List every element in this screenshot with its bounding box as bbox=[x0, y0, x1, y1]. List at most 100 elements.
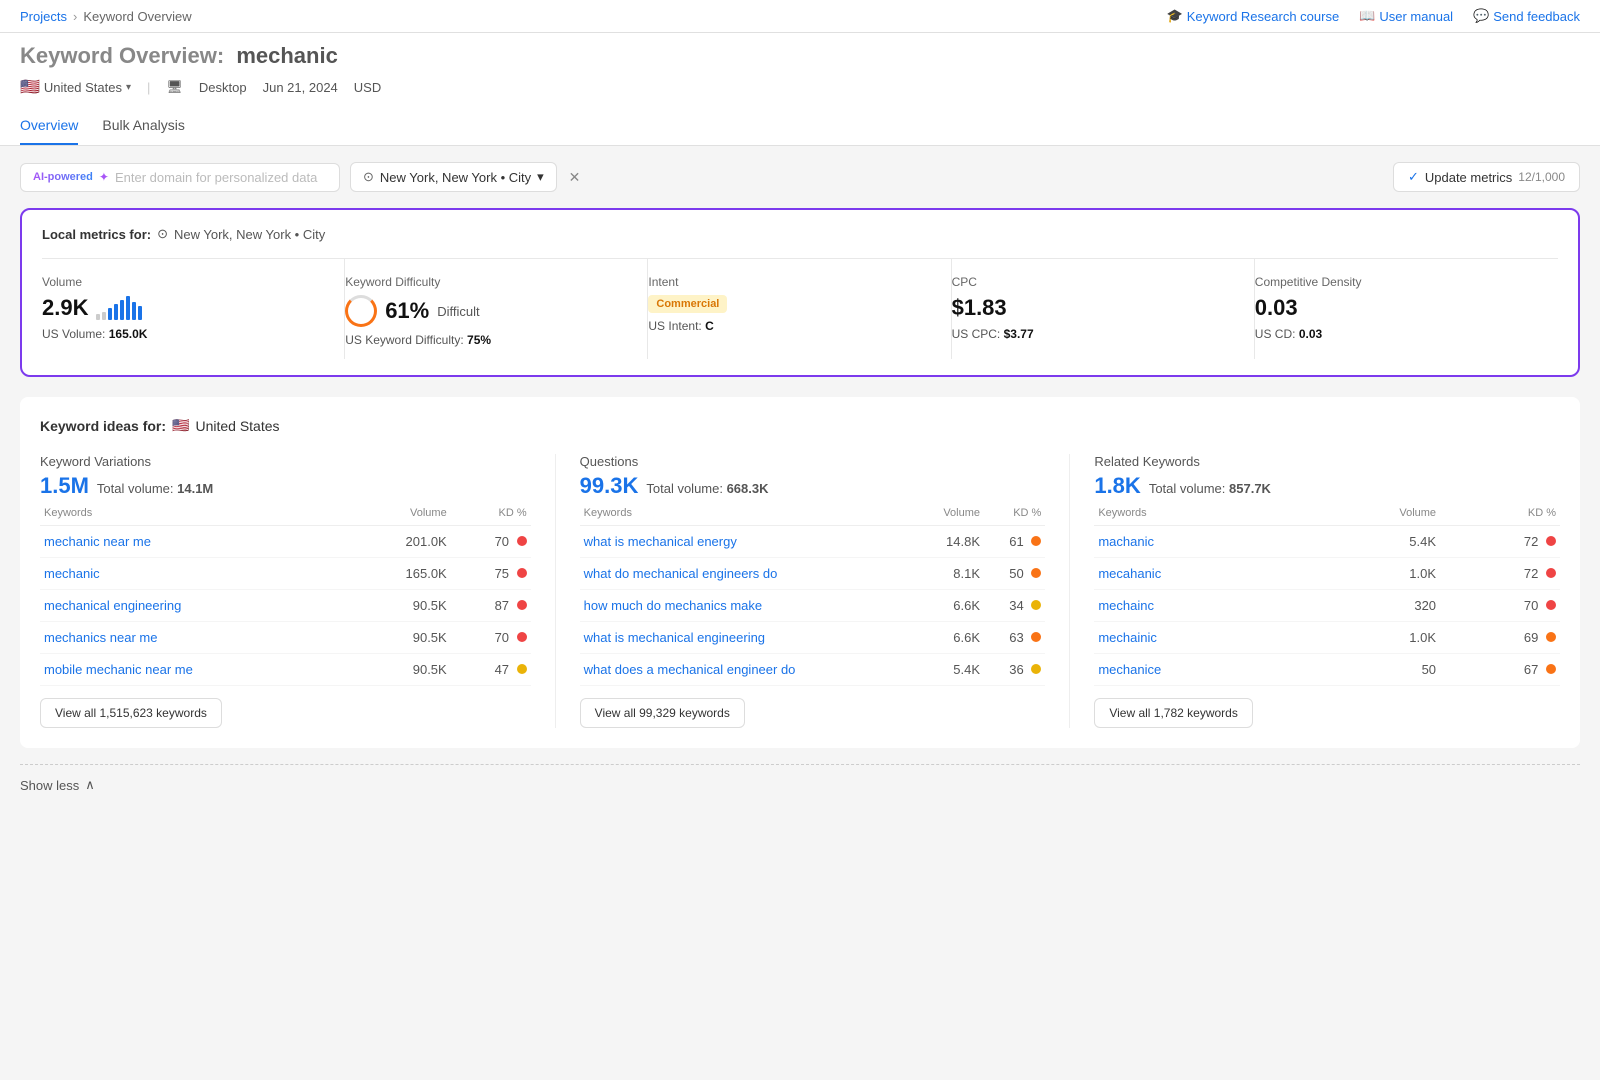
kd-dot bbox=[1546, 600, 1556, 610]
kw-link[interactable]: what is mechanical engineering bbox=[584, 630, 765, 645]
kd-cell: 70 bbox=[1440, 590, 1560, 622]
bar-6 bbox=[126, 296, 130, 320]
tab-overview[interactable]: Overview bbox=[20, 109, 78, 145]
col-count-related: 1.8K bbox=[1094, 473, 1140, 499]
kd-cell: 70 bbox=[451, 526, 531, 558]
kd-dot bbox=[1546, 664, 1556, 674]
cpc-sub-value: $3.77 bbox=[1004, 327, 1034, 341]
location-filter-label: New York, New York • City bbox=[380, 170, 531, 185]
kw-table-questions: Keywords Volume KD % what is mechanical … bbox=[580, 501, 1046, 686]
ai-input-box[interactable]: AI-powered ✦ Enter domain for personaliz… bbox=[20, 163, 340, 192]
bar-1 bbox=[96, 314, 100, 320]
kd-num: 61 bbox=[1009, 534, 1023, 549]
ideas-flag: 🇺🇸 bbox=[172, 417, 189, 434]
kd-cell: 72 bbox=[1440, 558, 1560, 590]
kw-link[interactable]: mobile mechanic near me bbox=[44, 662, 193, 677]
volume-cell: 201.0K bbox=[353, 526, 451, 558]
kw-link[interactable]: what do mechanical engineers do bbox=[584, 566, 778, 581]
volume-cell: 90.5K bbox=[353, 622, 451, 654]
kd-num: 70 bbox=[495, 630, 509, 645]
kd-cell: 75 bbox=[451, 558, 531, 590]
device-label: Desktop bbox=[199, 80, 247, 95]
col-header-volume-related: Volume bbox=[1306, 501, 1440, 526]
show-less-button[interactable]: Show less ∧ bbox=[20, 764, 1580, 805]
kw-link[interactable]: mechanical engineering bbox=[44, 598, 181, 613]
metrics-location: New York, New York • City bbox=[174, 227, 325, 242]
col-header-keywords-questions: Keywords bbox=[580, 501, 916, 526]
kd-cell: 61 bbox=[984, 526, 1045, 558]
volume-cell: 50 bbox=[1306, 654, 1440, 686]
intent-sub-label: US Intent: bbox=[648, 319, 701, 333]
kd-cell: 70 bbox=[451, 622, 531, 654]
update-metrics-button[interactable]: ✓ Update metrics 12/1,000 bbox=[1393, 162, 1580, 192]
kd-num: 72 bbox=[1524, 566, 1538, 581]
course-label: Keyword Research course bbox=[1187, 9, 1339, 24]
kw-link[interactable]: mechainic bbox=[1098, 630, 1157, 645]
user-manual-link[interactable]: 📖 User manual bbox=[1359, 8, 1453, 24]
kd-sub-label: US Keyword Difficulty: bbox=[345, 333, 463, 347]
kw-link[interactable]: how much do mechanics make bbox=[584, 598, 762, 613]
kw-link[interactable]: mechainc bbox=[1098, 598, 1154, 613]
volume-cell: 90.5K bbox=[353, 590, 451, 622]
table-row: mechanic near me 201.0K 70 bbox=[40, 526, 531, 558]
kd-dot bbox=[1031, 536, 1041, 546]
kd-cell: 67 bbox=[1440, 654, 1560, 686]
table-row: mecahanic 1.0K 72 bbox=[1094, 558, 1560, 590]
update-count: 12/1,000 bbox=[1518, 170, 1565, 184]
kw-cell: what is mechanical engineering bbox=[580, 622, 916, 654]
kw-cell: what do mechanical engineers do bbox=[580, 558, 916, 590]
kd-dot bbox=[517, 600, 527, 610]
kd-tag: Difficult bbox=[437, 304, 479, 319]
bar-3 bbox=[108, 308, 112, 320]
tab-bulk-analysis[interactable]: Bulk Analysis bbox=[102, 109, 184, 145]
kd-num: 72 bbox=[1524, 534, 1538, 549]
intent-value-row: Commercial bbox=[648, 295, 930, 313]
kw-link[interactable]: what is mechanical energy bbox=[584, 534, 737, 549]
keyword-research-course-link[interactable]: 🎓 Keyword Research course bbox=[1167, 8, 1340, 24]
bar-5 bbox=[120, 300, 124, 320]
metric-intent: Intent Commercial US Intent: C bbox=[648, 259, 951, 359]
metric-cd: Competitive Density 0.03 US CD: 0.03 bbox=[1255, 259, 1558, 359]
view-all-button-variations[interactable]: View all 1,515,623 keywords bbox=[40, 698, 222, 728]
kd-dot bbox=[1546, 568, 1556, 578]
table-row: what is mechanical engineering 6.6K 63 bbox=[580, 622, 1046, 654]
metrics-grid: Volume 2.9K US Volume: bbox=[42, 258, 1558, 359]
kw-link[interactable]: mechanic bbox=[44, 566, 100, 581]
view-all-button-questions[interactable]: View all 99,329 keywords bbox=[580, 698, 745, 728]
kd-cell: 34 bbox=[984, 590, 1045, 622]
kd-num: 36 bbox=[1009, 662, 1023, 677]
kw-link[interactable]: mechanics near me bbox=[44, 630, 157, 645]
volume-cell: 90.5K bbox=[353, 654, 451, 686]
col-volume-variations: Total volume: 14.1M bbox=[97, 481, 213, 496]
table-row: what does a mechanical engineer do 5.4K … bbox=[580, 654, 1046, 686]
kw-link[interactable]: mechanic near me bbox=[44, 534, 151, 549]
kd-num: 69 bbox=[1524, 630, 1538, 645]
breadcrumb-projects[interactable]: Projects bbox=[20, 9, 67, 24]
location-filter[interactable]: ⊙ New York, New York • City ▾ bbox=[350, 162, 557, 192]
send-feedback-link[interactable]: 💬 Send feedback bbox=[1473, 8, 1580, 24]
kw-link[interactable]: mecahanic bbox=[1098, 566, 1161, 581]
col-header-kd-related: KD % bbox=[1440, 501, 1560, 526]
kw-link[interactable]: what does a mechanical engineer do bbox=[584, 662, 796, 677]
filter-clear-button[interactable]: ✕ bbox=[567, 169, 583, 186]
kd-dot bbox=[1031, 600, 1041, 610]
kw-link[interactable]: mechanice bbox=[1098, 662, 1161, 677]
volume-cell: 1.0K bbox=[1306, 558, 1440, 590]
course-icon: 🎓 bbox=[1167, 8, 1183, 24]
kw-link[interactable]: machanic bbox=[1098, 534, 1154, 549]
ideas-col-variations: Keyword Variations 1.5M Total volume: 14… bbox=[40, 454, 531, 728]
table-row: how much do mechanics make 6.6K 34 bbox=[580, 590, 1046, 622]
volume-cell: 5.4K bbox=[1306, 526, 1440, 558]
kw-cell: machanic bbox=[1094, 526, 1306, 558]
date-label: Jun 21, 2024 bbox=[263, 80, 338, 95]
volume-cell: 6.6K bbox=[916, 590, 984, 622]
col-volume-questions: Total volume: 668.3K bbox=[646, 481, 768, 496]
volume-cell: 1.0K bbox=[1306, 622, 1440, 654]
bar-8 bbox=[138, 306, 142, 320]
cpc-value: $1.83 bbox=[952, 295, 1007, 321]
view-all-button-related[interactable]: View all 1,782 keywords bbox=[1094, 698, 1253, 728]
location-selector[interactable]: 🇺🇸 United States ▾ bbox=[20, 77, 131, 97]
breadcrumb-current: Keyword Overview bbox=[83, 9, 191, 24]
kd-num: 50 bbox=[1009, 566, 1023, 581]
ideas-location: United States bbox=[195, 418, 279, 434]
